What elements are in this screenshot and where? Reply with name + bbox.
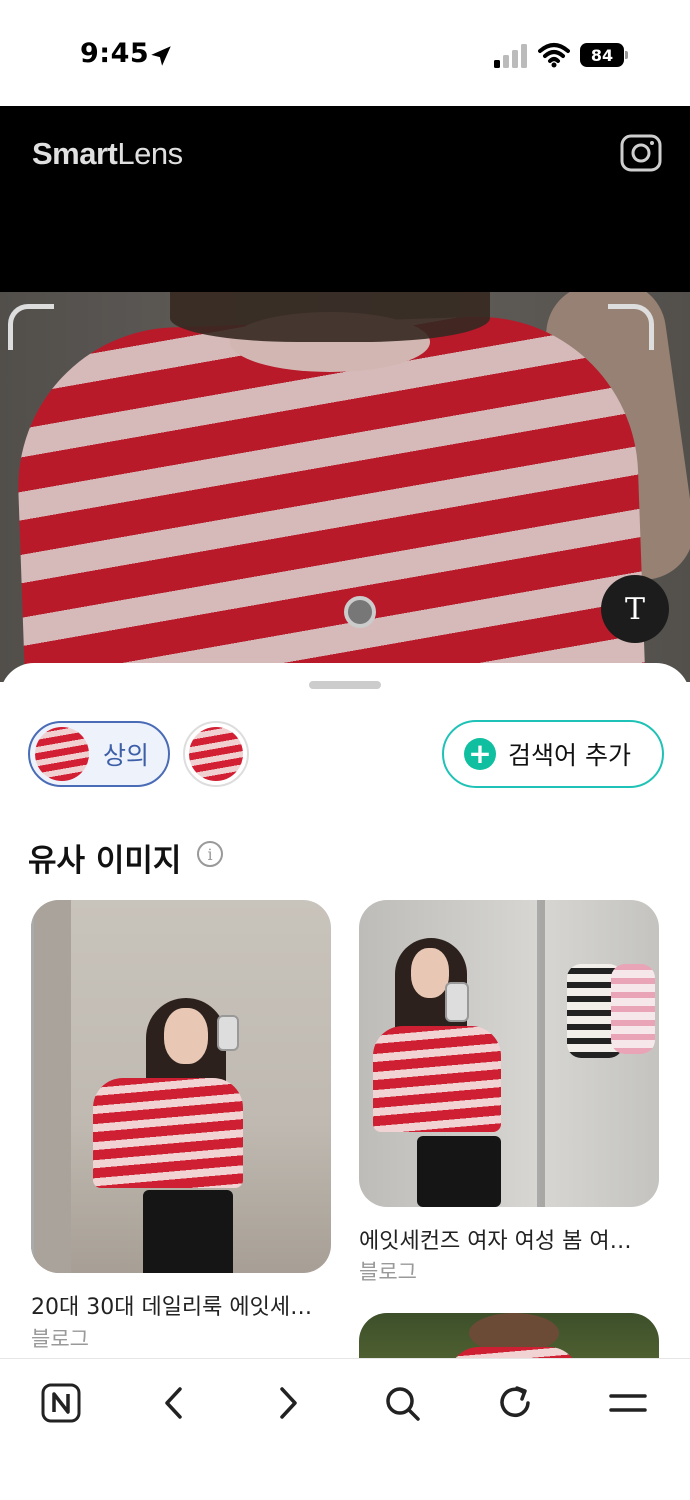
info-icon[interactable]: i <box>197 841 223 867</box>
crop-corner-top-right[interactable] <box>608 304 654 350</box>
bottom-nav <box>0 1358 690 1500</box>
status-time: 9:45 <box>80 38 150 69</box>
wifi-icon <box>538 43 570 68</box>
refresh-icon[interactable] <box>493 1381 537 1425</box>
category-chip-top[interactable]: 상의 <box>28 721 170 787</box>
battery-icon: 84 <box>580 43 628 67</box>
text-search-button[interactable]: T <box>601 575 669 643</box>
result-sheet: 상의 + 검색어 추가 유사 이미지 i 20대 30대 데일리룩 에잇세… 블… <box>0 663 690 1360</box>
back-icon[interactable] <box>152 1381 196 1425</box>
search-icon[interactable] <box>380 1381 424 1425</box>
naver-home-icon[interactable] <box>39 1381 83 1425</box>
lens-header: SmartLens <box>0 106 690 292</box>
smartlens-logo: SmartLens <box>32 136 183 171</box>
result-image-1[interactable] <box>31 900 331 1273</box>
location-arrow-icon <box>151 46 171 66</box>
camera-icon[interactable] <box>620 132 662 174</box>
result-image-3[interactable] <box>359 1313 659 1360</box>
section-title: 유사 이미지 <box>28 843 182 879</box>
focus-dot[interactable] <box>344 596 376 628</box>
crop-corner-top-left[interactable] <box>8 304 54 350</box>
result-image-2[interactable] <box>359 900 659 1207</box>
add-query-label: 검색어 추가 <box>508 741 631 770</box>
forward-icon[interactable] <box>266 1381 310 1425</box>
result-title-2[interactable]: 에잇세컨즈 여자 여성 봄 여… <box>359 1223 632 1255</box>
sheet-handle[interactable] <box>309 681 381 689</box>
category-chip-image[interactable] <box>183 721 249 787</box>
battery-level: 84 <box>580 43 624 67</box>
result-source-1: 블로그 <box>31 1327 89 1351</box>
cell-signal-icon <box>494 44 527 68</box>
camera-preview[interactable]: T <box>0 292 690 682</box>
plus-icon: + <box>464 738 496 770</box>
result-source-2: 블로그 <box>359 1260 417 1284</box>
add-query-button[interactable]: + 검색어 추가 <box>442 720 664 788</box>
menu-icon[interactable] <box>606 1381 650 1425</box>
chip-thumbnail <box>189 727 243 781</box>
status-bar: 9:45 84 <box>0 0 690 106</box>
chip-label: 상의 <box>103 741 150 770</box>
chip-thumbnail <box>35 727 89 781</box>
result-title-1[interactable]: 20대 30대 데일리룩 에잇세… <box>31 1289 312 1321</box>
